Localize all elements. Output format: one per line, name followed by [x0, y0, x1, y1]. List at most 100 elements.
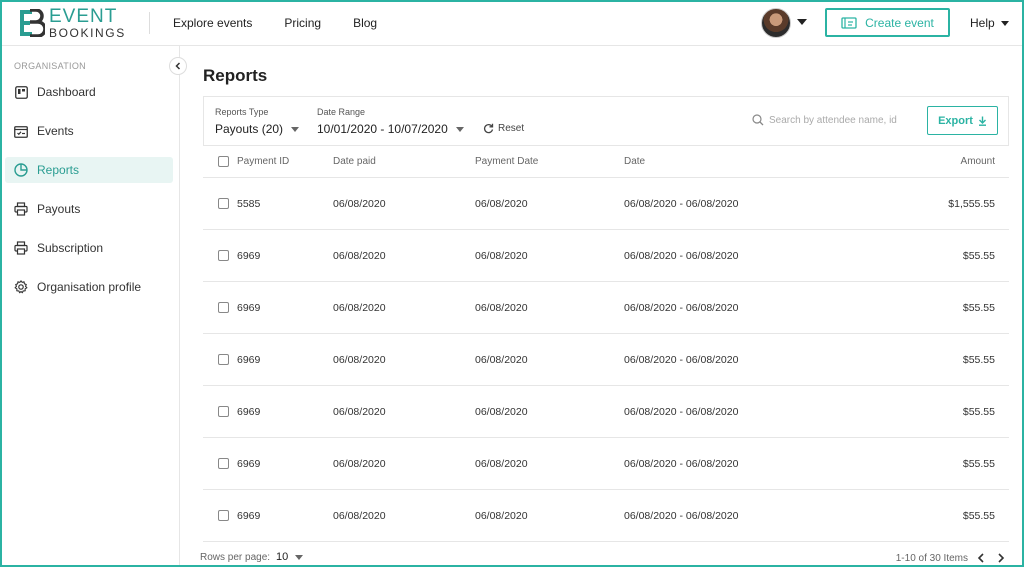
date-paid-cell: 06/08/2020	[333, 197, 386, 210]
previous-page-button[interactable]	[974, 551, 988, 565]
header-divider	[149, 12, 150, 34]
payment-id-cell: 6969	[237, 301, 261, 314]
page-title: Reports	[203, 66, 268, 85]
help-label: Help	[970, 16, 995, 30]
table-footer: Rows per page: 10 1-10 of 30 Items	[200, 550, 1008, 566]
rows-per-page-select[interactable]: 10	[276, 551, 288, 563]
chevron-left-icon	[175, 62, 181, 70]
create-event-button[interactable]: Create event	[825, 8, 950, 37]
export-label: Export	[938, 114, 973, 127]
sidebar-item-organisation-profile[interactable]: Organisation profile	[5, 274, 173, 300]
ticket-icon	[841, 16, 857, 29]
chevron-left-icon	[977, 553, 984, 563]
chevron-down-icon	[455, 126, 464, 132]
payment-date-cell: 06/08/2020	[475, 197, 528, 210]
sidebar-section-label: ORGANISATION	[14, 61, 86, 71]
payment-id-cell: 6969	[237, 457, 261, 470]
table-row[interactable]: 6969 06/08/2020 06/08/2020 06/08/2020 - 06/…	[203, 490, 1009, 542]
user-avatar[interactable]	[761, 8, 791, 38]
payment-date-cell: 06/08/2020	[475, 301, 528, 314]
sidebar-item-label: Reports	[37, 163, 80, 177]
reset-label: Reset	[498, 123, 525, 134]
payouts-table: Payment ID Date paid Payment Date Date A…	[203, 146, 1009, 542]
column-header-date[interactable]: Date	[624, 156, 824, 167]
sidebar-item-dashboard[interactable]: Dashboard	[5, 79, 173, 105]
search-input[interactable]	[769, 114, 909, 126]
row-checkbox[interactable]	[218, 458, 229, 469]
brand-logo[interactable]: EVENT BOOKINGS	[19, 6, 126, 39]
payment-date-cell: 06/08/2020	[475, 405, 528, 418]
help-menu[interactable]: Help	[970, 16, 1009, 30]
date-paid-cell: 06/08/2020	[333, 509, 386, 522]
rows-per-page-label: Rows per page:	[200, 551, 271, 563]
amount-cell: $55.55	[962, 353, 995, 366]
rows-per-page: Rows per page: 10	[200, 551, 304, 563]
payment-id-cell: 5585	[237, 197, 261, 210]
avatar-menu-caret-icon[interactable]	[797, 19, 807, 25]
reports-type-value: Payouts (20)	[215, 122, 284, 136]
nav-explore-events[interactable]: Explore events	[173, 16, 252, 30]
chevron-down-icon[interactable]	[295, 554, 304, 560]
table-row[interactable]: 6969 06/08/2020 06/08/2020 06/08/2020 - 06/…	[203, 386, 1009, 438]
date-range-value: 10/01/2020 - 10/07/2020	[317, 122, 448, 136]
create-event-label: Create event	[865, 15, 934, 30]
row-checkbox[interactable]	[218, 198, 229, 209]
amount-cell: $55.55	[962, 457, 995, 470]
chevron-right-icon	[998, 553, 1005, 563]
row-checkbox[interactable]	[218, 510, 229, 521]
nav-pricing[interactable]: Pricing	[284, 16, 321, 30]
row-checkbox[interactable]	[218, 302, 229, 313]
calendar-icon	[14, 124, 28, 138]
payment-date-cell: 06/08/2020	[475, 249, 528, 262]
sidebar-item-label: Subscription	[37, 241, 104, 255]
printer-icon	[14, 202, 28, 216]
select-all-checkbox[interactable]	[218, 156, 229, 167]
table-row[interactable]: 6969 06/08/2020 06/08/2020 06/08/2020 - 06/…	[203, 282, 1009, 334]
column-header-date-paid[interactable]: Date paid	[333, 156, 475, 167]
payment-date-cell: 06/08/2020	[475, 353, 528, 366]
sidebar-item-events[interactable]: Events	[5, 118, 173, 144]
table-header: Payment ID Date paid Payment Date Date A…	[203, 146, 1009, 178]
date-cell: 06/08/2020 - 06/08/2020	[624, 509, 739, 522]
column-header-amount[interactable]: Amount	[824, 156, 1009, 167]
date-range-select[interactable]: 10/01/2020 - 10/07/2020	[317, 122, 464, 136]
date-cell: 06/08/2020 - 06/08/2020	[624, 197, 739, 210]
export-button[interactable]: Export	[927, 106, 998, 135]
gear-icon	[14, 280, 28, 294]
column-header-payment-date[interactable]: Payment Date	[475, 156, 624, 167]
sidebar-item-reports[interactable]: Reports	[5, 157, 173, 183]
sidebar-collapse-button[interactable]	[169, 57, 187, 75]
amount-cell: $55.55	[962, 509, 995, 522]
printer-icon	[14, 241, 28, 255]
sidebar-item-payouts[interactable]: Payouts	[5, 196, 173, 222]
next-page-button[interactable]	[994, 551, 1008, 565]
row-checkbox[interactable]	[218, 250, 229, 261]
table-body: 5585 06/08/2020 06/08/2020 06/08/2020 - 06/…	[203, 178, 1009, 542]
row-checkbox[interactable]	[218, 354, 229, 365]
amount-cell: $55.55	[962, 405, 995, 418]
table-row[interactable]: 5585 06/08/2020 06/08/2020 06/08/2020 - 06/…	[203, 178, 1009, 230]
payment-id-cell: 6969	[237, 405, 261, 418]
reports-type-select[interactable]: Payouts (20)	[215, 122, 300, 136]
column-header-payment-id[interactable]: Payment ID	[237, 156, 333, 167]
reset-button[interactable]: Reset	[483, 123, 524, 134]
sidebar-item-label: Dashboard	[37, 85, 96, 99]
sidebar-item-subscription[interactable]: Subscription	[5, 235, 173, 261]
sidebar-item-label: Payouts	[37, 202, 81, 216]
table-row[interactable]: 6969 06/08/2020 06/08/2020 06/08/2020 - 06/…	[203, 230, 1009, 282]
date-paid-cell: 06/08/2020	[333, 301, 386, 314]
nav-blog[interactable]: Blog	[353, 16, 377, 30]
date-cell: 06/08/2020 - 06/08/2020	[624, 353, 739, 366]
table-row[interactable]: 6969 06/08/2020 06/08/2020 06/08/2020 - 06/…	[203, 438, 1009, 490]
amount-cell: $55.55	[962, 301, 995, 314]
row-checkbox[interactable]	[218, 406, 229, 417]
filters-bar: Reports Type Payouts (20) Date Range 10/…	[203, 96, 1009, 146]
amount-cell: $1,555.55	[948, 197, 995, 210]
payment-id-cell: 6969	[237, 509, 261, 522]
table-row[interactable]: 6969 06/08/2020 06/08/2020 06/08/2020 - 06/…	[203, 334, 1009, 386]
search-box	[752, 114, 912, 126]
main-nav: Explore events Pricing Blog	[173, 16, 409, 30]
sidebar-item-label: Organisation profile	[37, 280, 142, 294]
brand-name-line1: EVENT	[49, 6, 118, 27]
date-cell: 06/08/2020 - 06/08/2020	[624, 249, 739, 262]
